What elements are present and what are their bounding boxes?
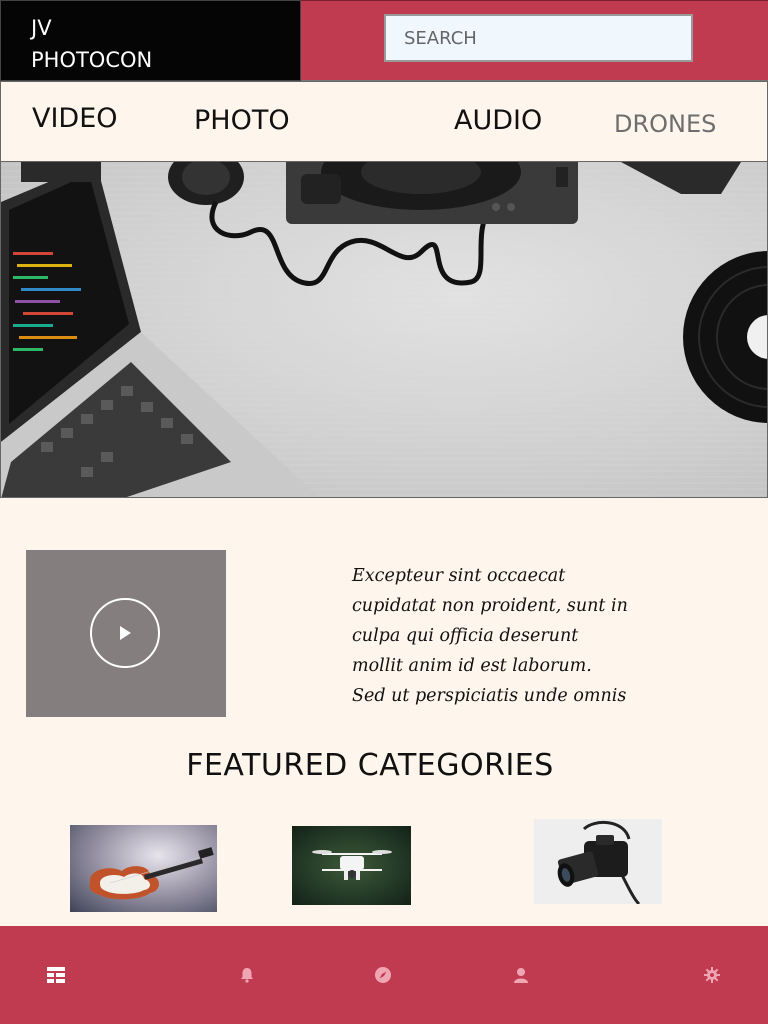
list-icon bbox=[47, 967, 65, 983]
intro-text: Excepteur sint occaecat cupidatat non pr… bbox=[352, 561, 652, 711]
turntable-illustration bbox=[286, 162, 578, 224]
featured-title: FEATURED CATEGORIES bbox=[186, 748, 554, 783]
bottom-tab-bar bbox=[0, 926, 768, 1024]
tab-explore[interactable] bbox=[368, 960, 398, 990]
nav-drones[interactable]: DRONES bbox=[614, 83, 716, 164]
tab-home[interactable] bbox=[41, 960, 71, 990]
thumbnail-camera[interactable] bbox=[534, 819, 662, 904]
nav-audio[interactable]: AUDIO bbox=[454, 80, 542, 161]
tab-notifications[interactable] bbox=[232, 960, 262, 990]
user-icon bbox=[514, 968, 528, 983]
intro-line: cupidatat non proident, sunt in bbox=[352, 596, 628, 616]
intro-line: mollit anim id est laborum. bbox=[352, 656, 592, 676]
guitar-image bbox=[89, 847, 214, 900]
search-input[interactable] bbox=[384, 14, 693, 62]
intro-line: Excepteur sint occaecat bbox=[352, 566, 566, 586]
hero-image bbox=[0, 161, 768, 498]
category-nav: VIDEO PHOTO AUDIO DRONES bbox=[0, 81, 768, 162]
nav-video[interactable]: VIDEO bbox=[32, 78, 118, 159]
gear-icon bbox=[704, 967, 720, 983]
play-button[interactable] bbox=[90, 598, 160, 668]
intro-line: culpa qui officia deserunt bbox=[352, 626, 579, 646]
nav-photo[interactable]: PHOTO bbox=[194, 80, 290, 161]
thumbnail-guitar[interactable] bbox=[70, 825, 217, 912]
logo-line-1: JV bbox=[31, 16, 52, 40]
tab-settings[interactable] bbox=[697, 960, 727, 990]
logo[interactable]: JV PHOTOCON bbox=[31, 12, 291, 76]
bell-icon bbox=[241, 968, 253, 983]
tab-profile[interactable] bbox=[506, 960, 536, 990]
thumbnail-drone[interactable] bbox=[292, 826, 411, 905]
video-player[interactable] bbox=[26, 550, 226, 717]
camera-image bbox=[557, 820, 641, 904]
logo-line-2: PHOTOCON bbox=[31, 48, 153, 72]
compass-icon bbox=[375, 967, 391, 983]
intro-line: Sed ut perspiciatis unde omnis bbox=[352, 686, 627, 706]
play-icon bbox=[120, 626, 131, 640]
hero-illustration bbox=[1, 162, 767, 497]
drone-image bbox=[312, 850, 392, 880]
